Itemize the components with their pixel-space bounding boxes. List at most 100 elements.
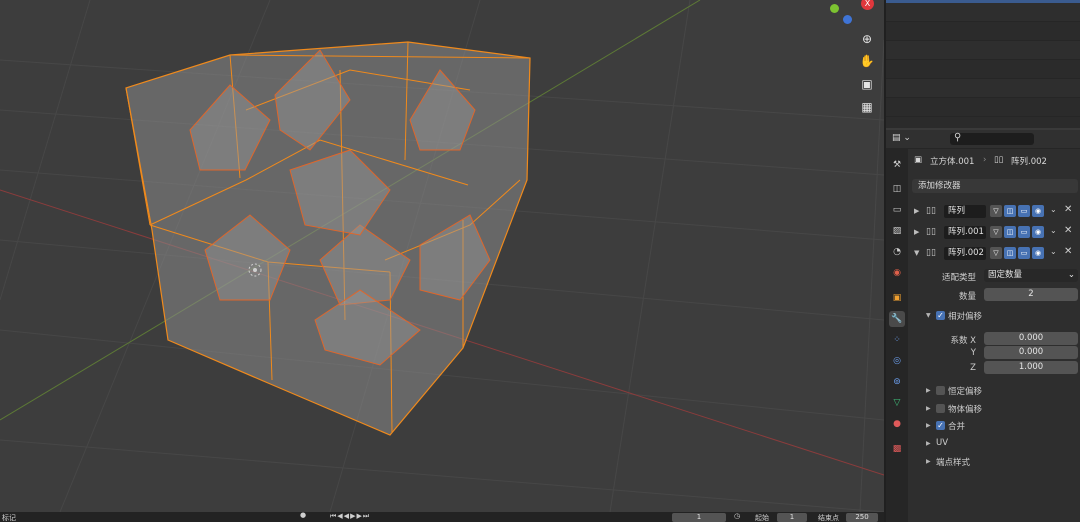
expand-arrow-icon[interactable]: ▶: [926, 440, 931, 447]
render-camera-icon[interactable]: ◉: [1032, 205, 1044, 217]
count-label: 数量: [958, 292, 976, 302]
output-tab-icon[interactable]: ▭: [889, 202, 905, 218]
render-tab-icon[interactable]: ◫: [889, 181, 905, 197]
outliner-row[interactable]: [886, 22, 1080, 41]
merge-label: 合并: [948, 422, 966, 432]
edit-mode-icon[interactable]: ◫: [1004, 247, 1016, 259]
factor-x-label: 系数 X: [950, 336, 976, 346]
add-modifier-button[interactable]: 添加修改器: [912, 179, 1078, 193]
gizmo-z-dot[interactable]: [843, 15, 852, 24]
breadcrumb-object: 立方体.001: [930, 157, 975, 167]
outliner-row[interactable]: [886, 79, 1080, 98]
world-tab-icon[interactable]: ◉: [889, 265, 905, 281]
clock-icon[interactable]: ◷: [734, 512, 740, 520]
hand-icon[interactable]: ✋: [858, 52, 876, 70]
viewport-display-icon[interactable]: ▭: [1018, 205, 1030, 217]
modifier-header[interactable]: ▶ ▯▯ 阵列 ▽ ◫ ▭ ◉ ⌄ ✕: [910, 204, 1080, 220]
scene-tab-icon[interactable]: ◔: [889, 244, 905, 260]
merge-checkbox[interactable]: ✓: [936, 421, 945, 430]
end-frame-field[interactable]: 250: [846, 513, 878, 522]
breadcrumb-modifier: 阵列.002: [1011, 157, 1047, 167]
factor-x-field[interactable]: 0.000: [984, 332, 1078, 345]
outliner-row[interactable]: [886, 41, 1080, 60]
collapse-arrow-icon[interactable]: ▼: [914, 249, 919, 257]
viewport-display-icon[interactable]: ▭: [1018, 226, 1030, 238]
modifier-name-field[interactable]: 阵列.002: [944, 247, 986, 260]
close-icon[interactable]: ✕: [1064, 246, 1072, 257]
collapse-arrow-icon[interactable]: ▼: [926, 312, 931, 319]
viewport-display-icon[interactable]: ▭: [1018, 247, 1030, 259]
relative-offset-label: 相对偏移: [948, 312, 983, 322]
constraints-tab-icon[interactable]: ⊚: [889, 374, 905, 390]
expand-arrow-icon[interactable]: ▶: [926, 458, 931, 465]
chevron-down-icon[interactable]: ⌄: [1050, 226, 1057, 235]
factor-z-field[interactable]: 1.000: [984, 361, 1078, 374]
outliner-row[interactable]: [886, 60, 1080, 79]
editor-type-button[interactable]: ▤ ⌄: [892, 133, 914, 145]
close-icon[interactable]: ✕: [1064, 225, 1072, 236]
chevron-down-icon[interactable]: ⌄: [1050, 205, 1057, 214]
expand-arrow-icon[interactable]: ▶: [914, 207, 919, 215]
texture-tab-icon[interactable]: ▩: [889, 441, 905, 457]
properties-header: ▤ ⌄ ⚲: [886, 130, 1080, 149]
render-camera-icon[interactable]: ◉: [1032, 247, 1044, 259]
keyframe-dot-icon[interactable]: ●: [300, 512, 306, 519]
zoom-icon[interactable]: ⊕: [858, 30, 876, 48]
current-frame-field[interactable]: 1: [672, 513, 726, 522]
edit-mode-icon[interactable]: ◫: [1004, 226, 1016, 238]
view-layer-tab-icon[interactable]: ▨: [889, 223, 905, 239]
array-modifier-icon: ▯▯: [926, 248, 936, 258]
timeline-bar: 标记 ● ⏮◀◀▶▶⏭ 1 ◷ 起始 1 结束点 250: [0, 512, 884, 522]
data-tab-icon[interactable]: ▽: [889, 395, 905, 411]
outliner-panel[interactable]: [886, 0, 1080, 128]
caps-label[interactable]: 端点样式: [936, 456, 970, 468]
object-offset-checkbox[interactable]: [936, 404, 945, 413]
timeline-marker-label[interactable]: 标记: [2, 513, 16, 522]
fit-type-value: 固定数量: [988, 270, 1023, 280]
expand-arrow-icon[interactable]: ▶: [926, 422, 931, 429]
material-tab-icon[interactable]: ●: [889, 416, 905, 432]
outliner-row[interactable]: [886, 98, 1080, 117]
edit-cage-icon[interactable]: ▽: [990, 226, 1002, 238]
object-offset-label: 物体偏移: [948, 405, 983, 415]
fit-type-select[interactable]: 固定数量 ⌄: [984, 269, 1078, 282]
chevron-down-icon[interactable]: ⌄: [1050, 247, 1057, 256]
edit-mode-icon[interactable]: ◫: [1004, 205, 1016, 217]
tool-tab-icon[interactable]: ⚒: [889, 157, 905, 173]
modifier-name-field[interactable]: 阵列: [944, 205, 986, 218]
viewport-scene: [0, 0, 884, 512]
modifier-header[interactable]: ▼ ▯▯ 阵列.002 ▽ ◫ ▭ ◉ ⌄ ✕: [910, 246, 1080, 262]
modifier-panel: ▣ 立方体.001 › ▯▯ 阵列.002 添加修改器 ▶ ▯▯ 阵列 ▽ ◫ …: [908, 149, 1080, 522]
modifier-tab-icon[interactable]: 🔧: [889, 311, 905, 327]
array-modifier-icon: ▯▯: [994, 155, 1004, 165]
expand-arrow-icon[interactable]: ▶: [914, 228, 919, 236]
start-frame-field[interactable]: 1: [777, 513, 807, 522]
edit-cage-icon[interactable]: ▽: [990, 205, 1002, 217]
gizmo-y-dot[interactable]: [830, 4, 839, 13]
properties-search-input[interactable]: ⚲: [950, 132, 1034, 145]
array-modifier-icon: ▯▯: [926, 227, 936, 237]
3d-viewport[interactable]: X ⊕ ✋ ▣ ▦: [0, 0, 884, 512]
constant-offset-label: 恒定偏移: [948, 387, 983, 397]
modifier-header[interactable]: ▶ ▯▯ 阵列.001 ▽ ◫ ▭ ◉ ⌄ ✕: [910, 225, 1080, 241]
close-icon[interactable]: ✕: [1064, 204, 1072, 215]
relative-offset-checkbox[interactable]: ✓: [936, 311, 945, 320]
outliner-row[interactable]: [886, 3, 1080, 22]
factor-y-label: Y: [970, 348, 976, 358]
playback-controls-icon[interactable]: ⏮◀◀▶▶⏭: [330, 512, 370, 521]
particles-tab-icon[interactable]: ⁘: [889, 332, 905, 348]
ortho-grid-icon[interactable]: ▦: [858, 98, 876, 116]
expand-arrow-icon[interactable]: ▶: [926, 387, 931, 394]
camera-icon[interactable]: ▣: [858, 75, 876, 93]
constant-offset-checkbox[interactable]: [936, 386, 945, 395]
factor-y-field[interactable]: 0.000: [984, 346, 1078, 359]
expand-arrow-icon[interactable]: ▶: [926, 405, 931, 412]
uv-label[interactable]: UV: [936, 438, 948, 448]
edit-cage-icon[interactable]: ▽: [990, 247, 1002, 259]
render-camera-icon[interactable]: ◉: [1032, 226, 1044, 238]
object-icon: ▣: [914, 155, 923, 165]
modifier-name-field[interactable]: 阵列.001: [944, 226, 986, 239]
physics-tab-icon[interactable]: ◎: [889, 353, 905, 369]
count-field[interactable]: 2: [984, 288, 1078, 301]
object-tab-icon[interactable]: ▣: [889, 290, 905, 306]
